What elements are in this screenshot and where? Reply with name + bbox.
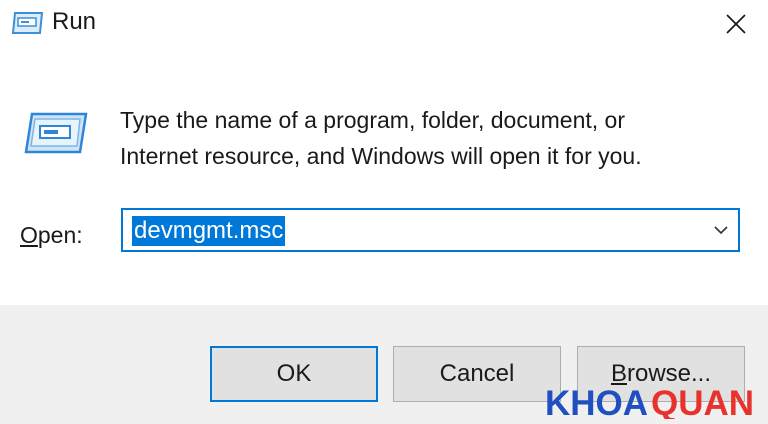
cancel-button[interactable]: Cancel — [393, 346, 561, 402]
watermark-logo: KHOA QUAN — [545, 385, 754, 419]
close-icon — [726, 14, 746, 34]
watermark-part2: QUAN — [651, 385, 754, 419]
open-input-value[interactable]: devmgmt.msc — [132, 216, 286, 246]
watermark-part1: KHOA — [545, 385, 648, 419]
description-line: Internet resource, and Windows will open… — [120, 143, 642, 169]
browse-label: rowse... — [626, 360, 712, 387]
open-label-accelerator: O — [20, 222, 38, 248]
browse-accelerator: B — [610, 360, 627, 387]
window-title: Run — [52, 8, 97, 35]
description: Type the name of a program, folder, docu… — [120, 102, 740, 174]
open-combobox[interactable]: devmgmt.msc — [121, 208, 740, 252]
ok-button[interactable]: OK — [210, 346, 378, 402]
run-icon — [24, 112, 88, 154]
close-button[interactable] — [714, 4, 758, 44]
run-icon — [11, 12, 44, 34]
description-line: Type the name of a program, folder, docu… — [120, 107, 626, 133]
open-label-text: pen: — [37, 222, 83, 248]
title-bar: Run — [0, 0, 768, 50]
dialog-body: Type the name of a program, folder, docu… — [0, 50, 768, 305]
chevron-down-icon[interactable] — [712, 221, 730, 239]
open-label: Open: — [20, 222, 83, 249]
